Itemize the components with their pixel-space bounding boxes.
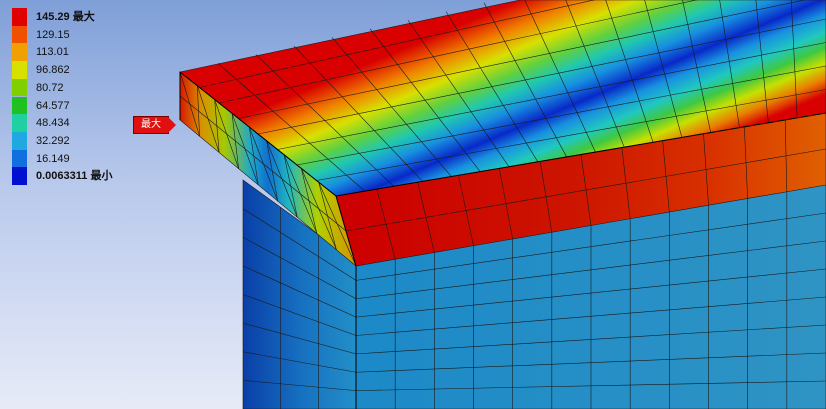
- legend-swatch: [12, 61, 27, 79]
- legend-swatch: [12, 78, 27, 97]
- legend-swatch: [12, 131, 27, 150]
- max-value-probe[interactable]: 最大: [133, 116, 179, 134]
- legend-swatch: [12, 114, 27, 132]
- legend-label: 32.292: [36, 134, 70, 147]
- legend-label: 16.149: [36, 152, 70, 165]
- legend-label: 80.72: [36, 81, 64, 94]
- mesh-faces: [179, 0, 826, 409]
- legend-swatch: [12, 8, 27, 26]
- legend-swatch: [12, 43, 27, 62]
- legend-swatch: [12, 149, 27, 168]
- legend-swatch: [12, 96, 27, 115]
- max-probe-label: 最大: [133, 116, 169, 134]
- contour-legend: 145.29 最大 129.15 113.01 96.862 80.72 64.577 48…: [10, 8, 150, 188]
- legend-label: 129.15: [36, 28, 70, 41]
- legend-label: 48.434: [36, 117, 70, 130]
- graphics-viewport[interactable]: 145.29 最大 129.15 113.01 96.862 80.72 64.577 48…: [0, 0, 826, 409]
- legend-label: 0.0063311 最小: [36, 170, 113, 183]
- legend-label: 64.577: [36, 99, 70, 112]
- legend-swatch: [12, 25, 27, 44]
- legend-label: 113.01: [36, 46, 69, 59]
- legend-swatch: [12, 167, 27, 185]
- max-probe-arrow: [168, 117, 176, 133]
- legend-label: 96.862: [36, 64, 70, 77]
- legend-label: 145.29 最大: [36, 11, 95, 23]
